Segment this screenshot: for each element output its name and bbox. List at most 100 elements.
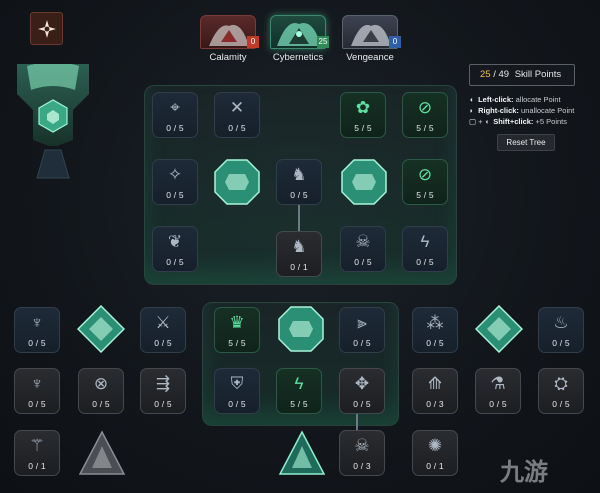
skill-node[interactable]: ☠ 0 / 5 — [340, 226, 386, 272]
skill-node[interactable]: ⊘ 5 / 5 — [402, 159, 448, 205]
skill-node[interactable]: ❦ 0 / 5 — [152, 226, 198, 272]
skill-node[interactable]: ⛭ 0 / 5 — [538, 368, 584, 414]
skill-icon: ⊗ — [93, 374, 109, 393]
skill-icon: ♛ — [229, 313, 245, 332]
skill-node[interactable]: ☠ 0 / 3 — [339, 430, 385, 476]
skill-icon: ✧ — [167, 165, 183, 184]
skill-node[interactable]: ⊗ 0 / 5 — [78, 368, 124, 414]
skill-icon: ⚗ — [490, 374, 506, 393]
skill-icon: ⌖ — [170, 98, 180, 117]
skill-level: 5 / 5 — [228, 338, 246, 348]
skill-icon: ✺ — [427, 436, 443, 455]
branch-tab-cybernetics[interactable]: 25 Cybernetics — [266, 15, 330, 63]
skill-node[interactable]: ✧ 0 / 5 — [152, 159, 198, 205]
skill-icon: ⛭ — [554, 374, 568, 393]
skill-icon: ⟰ — [427, 374, 443, 393]
help-right-click: ◗ Right-click: unallocate Point — [469, 106, 575, 115]
reset-tree-button[interactable]: Reset Tree — [497, 134, 555, 151]
skill-level: 0 / 5 — [166, 123, 184, 133]
branch-name-cybernetics: Cybernetics — [272, 52, 324, 63]
skill-node[interactable]: ϟ 5 / 5 — [276, 368, 322, 414]
skill-node[interactable]: ⚗ 0 / 5 — [475, 368, 521, 414]
skill-node[interactable]: ✿ 5 / 5 — [340, 92, 386, 138]
skill-node[interactable]: ♛ 5 / 5 — [214, 307, 260, 353]
mouse-left-icon: ◖ — [469, 95, 474, 104]
skill-icon: ❦ — [167, 232, 183, 251]
skill-level: 0 / 5 — [353, 399, 371, 409]
skill-level: 5 / 5 — [416, 123, 434, 133]
site-watermark: 九游 — [500, 458, 548, 486]
branch-tab-vengeance[interactable]: 0 Vengeance — [338, 15, 402, 63]
keystone-node[interactable] — [340, 158, 388, 206]
help-left-click: ◖ Left-click: allocate Point — [469, 95, 561, 104]
keystone-node[interactable] — [277, 305, 325, 353]
skill-node[interactable]: ⇶ 0 / 5 — [140, 368, 186, 414]
skill-icon: ✥ — [354, 374, 370, 393]
class-emblem-icon[interactable] — [30, 12, 63, 45]
skill-node[interactable]: ♆ 0 / 5 — [14, 368, 60, 414]
keystone-node[interactable] — [76, 304, 126, 354]
skill-level: 0 / 1 — [426, 461, 444, 471]
skill-node[interactable]: ♞ 0 / 1 — [276, 231, 322, 277]
ultimate-node-green[interactable] — [278, 430, 326, 478]
skill-icon: ✕ — [229, 98, 245, 117]
skill-level: 0 / 5 — [552, 338, 570, 348]
ultimate-node-gray[interactable] — [78, 430, 126, 478]
skill-node[interactable]: ⫸ 0 / 5 — [339, 307, 385, 353]
skill-node[interactable]: ⛨ 0 / 5 — [214, 368, 260, 414]
skill-level: 0 / 5 — [154, 338, 172, 348]
skill-level: 5 / 5 — [416, 190, 434, 200]
help-shift-click: ▢ + ◖ Shift+click: +5 Points — [469, 117, 567, 126]
skill-node[interactable]: ⟰ 0 / 3 — [412, 368, 458, 414]
skill-level: 0 / 1 — [28, 461, 46, 471]
calamity-points-badge: 0 — [247, 36, 259, 48]
node-connector — [298, 205, 300, 231]
branch-tab-calamity[interactable]: 0 Calamity — [196, 15, 260, 63]
skill-level: 0 / 5 — [489, 399, 507, 409]
skill-node[interactable]: ♨ 0 / 5 — [538, 307, 584, 353]
branch-name-vengeance: Vengeance — [346, 52, 394, 63]
skill-icon: ♞ — [291, 165, 307, 184]
skill-level: 0 / 5 — [166, 190, 184, 200]
skill-level: 0 / 5 — [290, 190, 308, 200]
skill-icon: ♆ — [30, 313, 44, 332]
skill-level: 0 / 5 — [426, 338, 444, 348]
skill-node[interactable]: ✕ 0 / 5 — [214, 92, 260, 138]
skill-points-current: 25 — [480, 69, 491, 80]
skill-node[interactable]: ✥ 0 / 5 — [339, 368, 385, 414]
skill-node[interactable]: ⊘ 5 / 5 — [402, 92, 448, 138]
skill-level: 0 / 5 — [28, 338, 46, 348]
skill-icon: ✿ — [355, 98, 371, 117]
skill-node[interactable]: ♞ 0 / 5 — [276, 159, 322, 205]
branch-name-calamity: Calamity — [209, 52, 247, 63]
skill-icon: ☠ — [355, 232, 371, 251]
skill-icon: ⊘ — [417, 98, 433, 117]
cybernetics-portrait-icon: 25 — [270, 15, 329, 49]
branch-banner — [17, 62, 89, 182]
skill-level: 5 / 5 — [354, 123, 372, 133]
keystone-node[interactable] — [474, 304, 524, 354]
skill-node[interactable]: ⚚ 0 / 1 — [14, 430, 60, 476]
skill-node[interactable]: ϟ 0 / 5 — [402, 226, 448, 272]
skill-level: 0 / 5 — [228, 123, 246, 133]
skill-level: 0 / 5 — [354, 257, 372, 267]
skill-icon: ⊘ — [417, 165, 433, 184]
skill-level: 0 / 5 — [416, 257, 434, 267]
skill-icon: ϟ — [294, 374, 304, 393]
skill-icon: ♞ — [291, 237, 307, 256]
skill-level: 5 / 5 — [290, 399, 308, 409]
skill-node[interactable]: ♆ 0 / 5 — [14, 307, 60, 353]
plus-mouse-icon: + ◖ — [478, 117, 490, 126]
skill-node[interactable]: ✺ 0 / 1 — [412, 430, 458, 476]
skill-icon: ⚔ — [155, 313, 171, 332]
skill-level: 0 / 5 — [28, 399, 46, 409]
mouse-right-icon: ◗ — [469, 106, 474, 115]
skill-node[interactable]: ⌖ 0 / 5 — [152, 92, 198, 138]
skill-node[interactable]: ⚔ 0 / 5 — [140, 307, 186, 353]
keystone-node[interactable] — [213, 158, 261, 206]
shift-key-icon: ▢ — [469, 117, 477, 126]
skill-node[interactable]: ⁂ 0 / 5 — [412, 307, 458, 353]
skill-level: 0 / 5 — [353, 338, 371, 348]
cybernetics-points-badge: 25 — [317, 36, 329, 48]
skill-level: 0 / 5 — [228, 399, 246, 409]
